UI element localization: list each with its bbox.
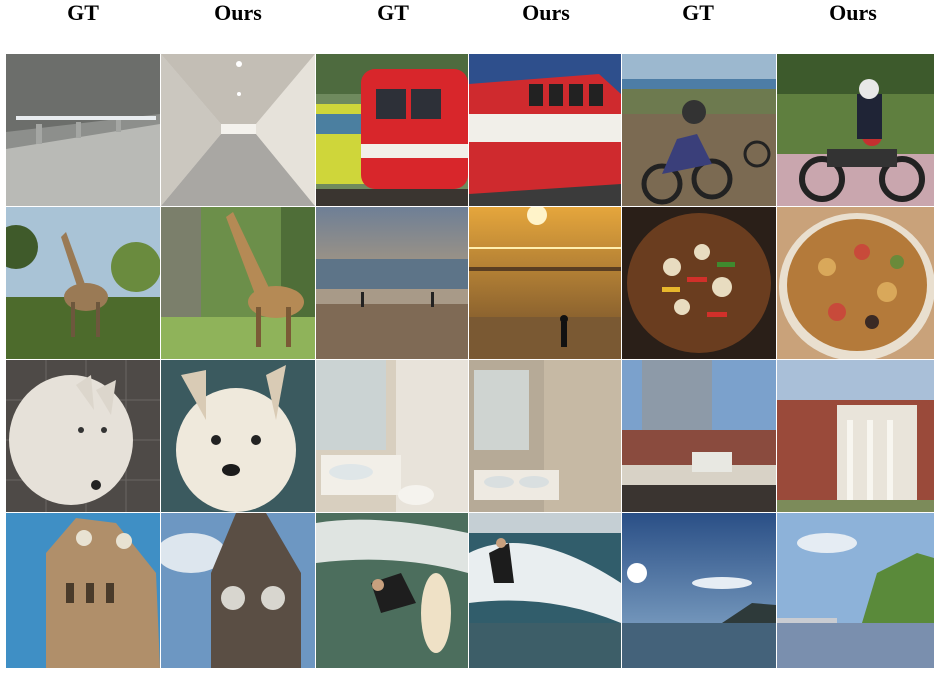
gt-motocross-image (622, 54, 776, 206)
gt-sea-coast-image (622, 513, 776, 668)
column-header-ours-2: Ours (522, 0, 570, 25)
ours-ocean-sunset-image (469, 207, 621, 359)
column-header-ours-1: Ours (214, 0, 262, 25)
gt-red-train-image (316, 54, 468, 206)
gt-theater-building-image (622, 360, 776, 512)
gt-bathroom-image (316, 360, 468, 512)
column-header-gt-1: GT (67, 0, 99, 25)
gt-parking-garage-image (6, 54, 160, 206)
gt-clock-tower-image (6, 513, 160, 668)
column-header-row: GT Ours GT Ours GT Ours (0, 0, 943, 40)
column-header-gt-3: GT (682, 0, 714, 25)
gt-beach-sunset-image (316, 207, 468, 359)
gt-giraffe-image (6, 207, 160, 359)
ours-red-locomotive-image (469, 54, 621, 206)
ours-corridor-image (161, 54, 315, 206)
ours-motorcycle-rider-image (777, 54, 934, 206)
ours-clock-tower-image (161, 513, 315, 668)
ours-bathroom-image (469, 360, 621, 512)
ours-food-plate-image (777, 207, 934, 359)
ours-giraffe-image (161, 207, 315, 359)
ours-surfer-image (469, 513, 621, 668)
image-comparison-grid (6, 54, 934, 668)
gt-arctic-fox-image (6, 360, 160, 512)
gt-stir-fry-dish-image (622, 207, 776, 359)
column-header-ours-3: Ours (829, 0, 877, 25)
column-header-gt-2: GT (377, 0, 409, 25)
gt-surfer-image (316, 513, 468, 668)
ours-white-dog-image (161, 360, 315, 512)
ours-colonial-building-image (777, 360, 934, 512)
ours-lake-island-image (777, 513, 934, 668)
